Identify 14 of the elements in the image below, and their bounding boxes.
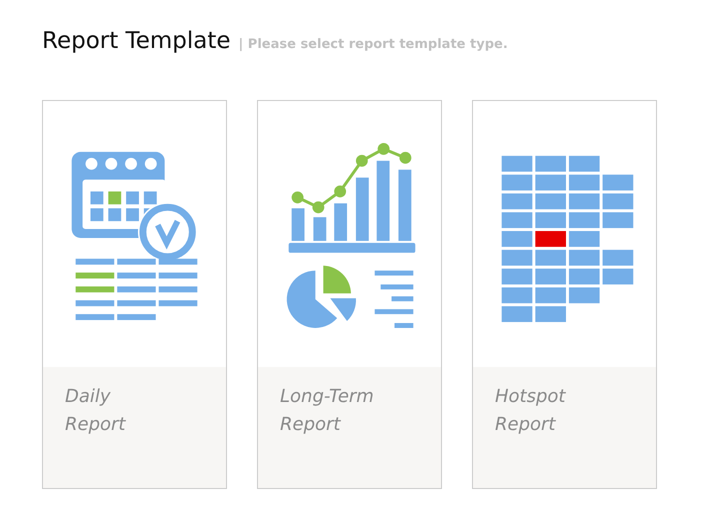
page-subtitle: | Please select report template type. — [238, 37, 508, 52]
calendar-check-icon — [72, 152, 198, 262]
template-label: Long-Term Report — [280, 385, 375, 437]
template-card[interactable]: Long-Term Report — [257, 100, 442, 489]
template-label: Daily Report — [65, 385, 127, 437]
page-title: Report Template — [42, 28, 231, 54]
bar-line-chart-icon — [288, 143, 416, 253]
template-label: Hotspot Report — [495, 385, 567, 437]
template-card[interactable]: Daily Report — [42, 100, 227, 489]
template-card[interactable]: Hotspot Report — [472, 100, 657, 489]
heatmap-grid-icon — [502, 156, 634, 322]
table-lines-icon — [76, 258, 198, 320]
pie-chart-icon — [286, 266, 356, 328]
legend-lines-icon — [374, 270, 414, 328]
